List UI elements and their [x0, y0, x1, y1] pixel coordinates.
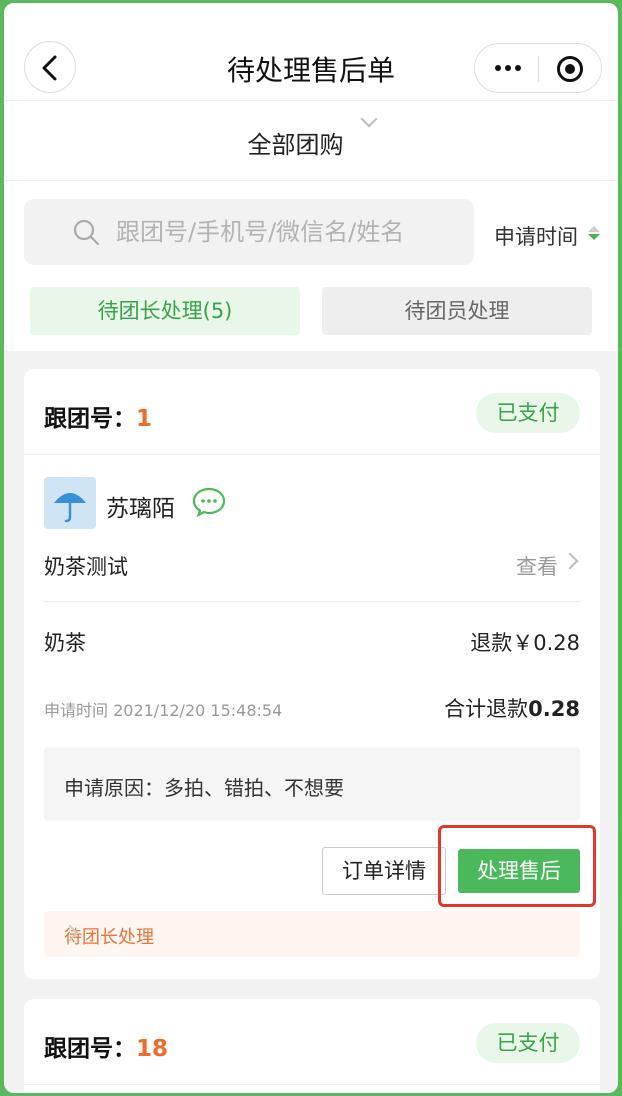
apply-time: 申请时间 2021/12/20 15:48:54: [44, 701, 283, 720]
chevron-right-icon: [561, 552, 579, 570]
phone-frame: 待处理售后单 全部团购 申请时间 待团长处理(5) 待团员处理 跟团号：1 已支…: [4, 3, 618, 1093]
product-group-name: 奶茶测试: [44, 555, 128, 579]
order-number-label: 跟团号：18: [44, 1036, 169, 1062]
pending-status-bar[interactable]: 待团长处理: [44, 911, 580, 957]
nav-bar: 待处理售后单: [4, 3, 618, 101]
order-card-header: 跟团号：1 已支付: [24, 369, 600, 455]
close-circle-icon[interactable]: [557, 56, 583, 82]
order-detail-button[interactable]: 订单详情: [322, 847, 446, 895]
order-number-label: 跟团号：1: [44, 406, 153, 432]
total-refund-value: 0.28: [528, 697, 580, 721]
tab-pending-member[interactable]: 待团员处理: [322, 287, 592, 335]
order-number: 18: [136, 1036, 169, 1062]
more-icon[interactable]: [493, 58, 523, 78]
order-number: 1: [136, 406, 153, 432]
status-badge: 已支付: [476, 1023, 580, 1063]
order-card: 跟团号：1 已支付 苏璃陌 奶茶测试 查看 奶茶 退款￥0.28 申请时间 20…: [24, 369, 600, 979]
item-refund: 退款￥0.28: [470, 631, 580, 655]
total-refund: 合计退款0.28: [444, 697, 580, 721]
status-badge: 已支付: [476, 393, 580, 433]
chevron-down-icon: [360, 110, 378, 128]
umbrella-icon: [54, 493, 86, 523]
avatar: [44, 477, 96, 529]
view-link[interactable]: 查看: [516, 551, 558, 581]
sort-by-apply-time[interactable]: 申请时间: [494, 221, 578, 251]
refund-reason: 申请原因：多拍、错拍、不想要: [64, 776, 344, 800]
group-filter[interactable]: 全部团购: [4, 101, 618, 181]
order-card-header: 跟团号：18 已支付: [24, 999, 600, 1085]
pending-status: 待团长处理: [64, 927, 154, 948]
order-card: 跟团号：18 已支付: [24, 999, 600, 1093]
search-input[interactable]: [116, 209, 456, 255]
user-name: 苏璃陌: [106, 496, 175, 522]
filter-area: 申请时间 待团长处理(5) 待团员处理: [4, 181, 618, 351]
item-name: 奶茶: [44, 631, 86, 655]
handle-after-sale-button[interactable]: 处理售后: [458, 849, 580, 893]
search-icon: [73, 219, 100, 246]
chat-icon[interactable]: [192, 487, 226, 517]
tab-pending-leader[interactable]: 待团长处理(5): [30, 287, 300, 335]
divider: [44, 601, 580, 602]
item-row: 奶茶 退款￥0.28: [44, 627, 580, 657]
search-box[interactable]: [24, 199, 474, 265]
meta-row: 申请时间 2021/12/20 15:48:54 合计退款0.28: [44, 693, 580, 723]
group-filter-label: 全部团购: [247, 131, 344, 159]
reason-box: 申请原因：多拍、错拍、不想要: [44, 747, 580, 821]
sort-arrows-icon: [588, 226, 602, 242]
capsule-divider: [538, 56, 539, 82]
mini-program-capsule: [474, 43, 602, 93]
product-group-row[interactable]: 奶茶测试 查看: [44, 551, 580, 601]
